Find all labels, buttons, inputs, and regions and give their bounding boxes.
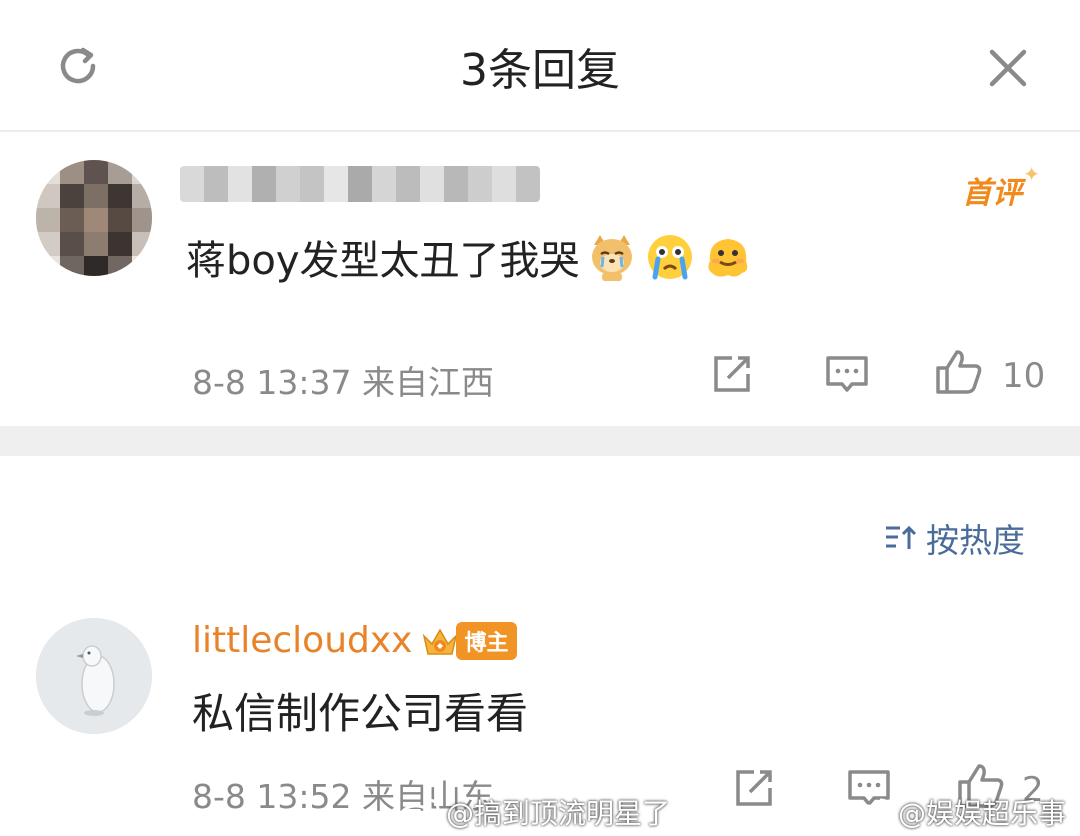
watermark-text: @娱娱超乐事 (898, 797, 1067, 830)
section-divider (0, 426, 1080, 456)
username-text[interactable]: littlecloudxx (192, 620, 412, 661)
username-redacted (180, 166, 540, 202)
sort-icon (886, 525, 917, 549)
share-icon[interactable] (732, 768, 776, 812)
comment-icon[interactable] (824, 354, 870, 400)
avatar[interactable] (36, 618, 152, 734)
comment-body: 私信制作公司看看 (192, 689, 529, 738)
blogger-badge: 博主 (420, 621, 517, 660)
sort-by-hot-button[interactable]: 按热度 (884, 514, 1025, 562)
sort-label: 按热度 (926, 521, 1025, 560)
weibo-logo-icon (399, 798, 440, 828)
close-icon[interactable] (978, 38, 1038, 98)
like-count: 10 (1002, 356, 1046, 396)
sheet-title: 3条回复 (460, 45, 620, 96)
watermark-right: @娱娱超乐事 (850, 792, 1066, 832)
avatar[interactable] (36, 160, 152, 276)
first-comment-badge: 首评 ✦ (962, 162, 1040, 211)
timestamp: 8-8 13:37 (192, 363, 352, 402)
doge-cry-emoji (586, 231, 638, 283)
melting-face-emoji (702, 231, 754, 283)
comment-text: 蒋boy发型太丑了我哭 (186, 228, 754, 286)
watermark-left: @搞到顶流明星了 (398, 792, 670, 832)
share-icon[interactable] (710, 354, 754, 398)
comment-body: 蒋boy发型太丑了我哭 (186, 238, 580, 284)
location: 来自江西 (362, 363, 494, 402)
blogger-tag: 博主 (456, 621, 517, 660)
weibo-logo-icon (851, 798, 892, 828)
comment-meta: 8-8 13:37 来自江西 (192, 356, 494, 404)
crying-face-emoji (644, 231, 696, 283)
timestamp: 8-8 13:52 (192, 777, 352, 816)
crown-icon (423, 627, 458, 655)
username[interactable]: littlecloudxx 博主 (192, 620, 517, 661)
reply-sheet-header: 3条回复 (0, 0, 1080, 132)
like-icon[interactable] (934, 348, 984, 400)
watermark-text: @搞到顶流明星了 (446, 797, 671, 830)
